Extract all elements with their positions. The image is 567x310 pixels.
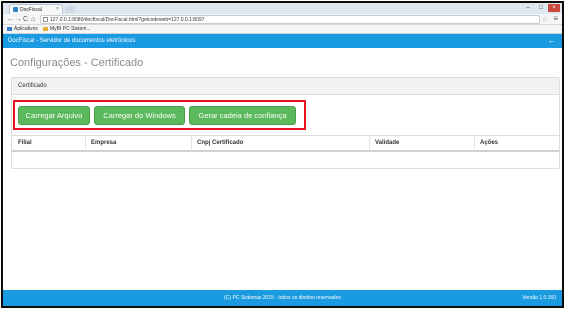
bookmark-mybi[interactable]: MyBI PC Sistem... bbox=[43, 25, 91, 34]
column-divider bbox=[369, 136, 370, 151]
screenshot-frame: DocFiscal × – □ × ← → C ⌂ 127.0.0.1:8080… bbox=[1, 1, 564, 308]
apps-icon bbox=[7, 27, 12, 31]
tab-favicon-icon bbox=[13, 7, 18, 12]
app-brand[interactable]: DocFiscal - Servidor de documentos eletr… bbox=[8, 34, 135, 48]
close-window-button[interactable]: × bbox=[548, 4, 560, 12]
panel-title: Certificado bbox=[12, 78, 559, 95]
new-tab-button[interactable] bbox=[65, 6, 75, 13]
bookmark-apps[interactable]: Aplicativos bbox=[7, 25, 38, 34]
tab-title: DocFiscal bbox=[20, 7, 42, 13]
app-header: DocFiscal - Servidor de documentos eletr… bbox=[3, 34, 562, 48]
column-divider bbox=[85, 136, 86, 151]
browser-tab[interactable]: DocFiscal × bbox=[9, 4, 63, 14]
column-divider bbox=[474, 136, 475, 151]
trust-chain-button[interactable]: Gerar cadeia de confiança bbox=[189, 106, 296, 125]
address-bar-input[interactable]: 127.0.0.1:8080/docfiscal/DocFiscal.html?… bbox=[40, 15, 540, 24]
bookmarks-bar: Aplicativos MyBI PC Sistem... bbox=[3, 25, 562, 34]
browser-toolbar: ← → C ⌂ 127.0.0.1:8080/docfiscal/DocFisc… bbox=[3, 14, 562, 25]
load-file-button[interactable]: Carregar Arquivo bbox=[18, 106, 90, 125]
back-arrow-icon[interactable]: ← bbox=[7, 15, 14, 24]
app-footer: (C) PC Sistemas 2015 - todos os direitos… bbox=[3, 290, 562, 306]
column-header-validade: Validade bbox=[375, 140, 400, 146]
buttons-highlight-box: Carregar Arquivo Carregar do Windows Ger… bbox=[13, 100, 306, 130]
footer-version: Versão 1.0.160 bbox=[522, 295, 556, 301]
page-title: Configurações - Certificado bbox=[10, 57, 144, 69]
back-arrow-icon[interactable]: ← bbox=[548, 34, 556, 48]
footer-copyright: (C) PC Sistemas 2015 - todos os direitos… bbox=[224, 295, 341, 301]
bookmark-label: MyBI PC Sistem... bbox=[50, 26, 91, 32]
home-icon[interactable]: ⌂ bbox=[31, 15, 35, 24]
certificates-table-header: Filial Empresa Cnpj Certificado Validade… bbox=[12, 135, 559, 152]
forward-arrow-icon[interactable]: → bbox=[15, 15, 22, 24]
certificate-panel: Certificado Carregar Arquivo Carregar do… bbox=[11, 77, 560, 169]
tab-close-icon[interactable]: × bbox=[56, 6, 59, 12]
column-header-cnpj: Cnpj Certificado bbox=[197, 140, 244, 146]
minimize-button[interactable]: – bbox=[522, 4, 534, 12]
column-header-acoes: Ações bbox=[480, 140, 499, 146]
column-header-filial: Filial bbox=[18, 140, 32, 146]
column-header-empresa: Empresa bbox=[91, 140, 117, 146]
maximize-button[interactable]: □ bbox=[535, 4, 547, 12]
browser-titlebar: DocFiscal × – □ × bbox=[3, 3, 562, 14]
page-info-icon bbox=[43, 17, 48, 22]
load-windows-button[interactable]: Carregar do Windows bbox=[94, 106, 185, 125]
folder-icon bbox=[43, 27, 48, 31]
browser-menu-icon[interactable]: ≡ bbox=[553, 14, 558, 24]
url-text: 127.0.0.1:8080/docfiscal/DocFiscal.html?… bbox=[50, 17, 205, 23]
bookmark-star-icon[interactable]: ☆ bbox=[542, 15, 548, 24]
certificates-table-body bbox=[12, 152, 559, 169]
bookmark-label: Aplicativos bbox=[14, 26, 38, 32]
column-divider bbox=[191, 136, 192, 151]
reload-icon[interactable]: C bbox=[23, 15, 28, 24]
